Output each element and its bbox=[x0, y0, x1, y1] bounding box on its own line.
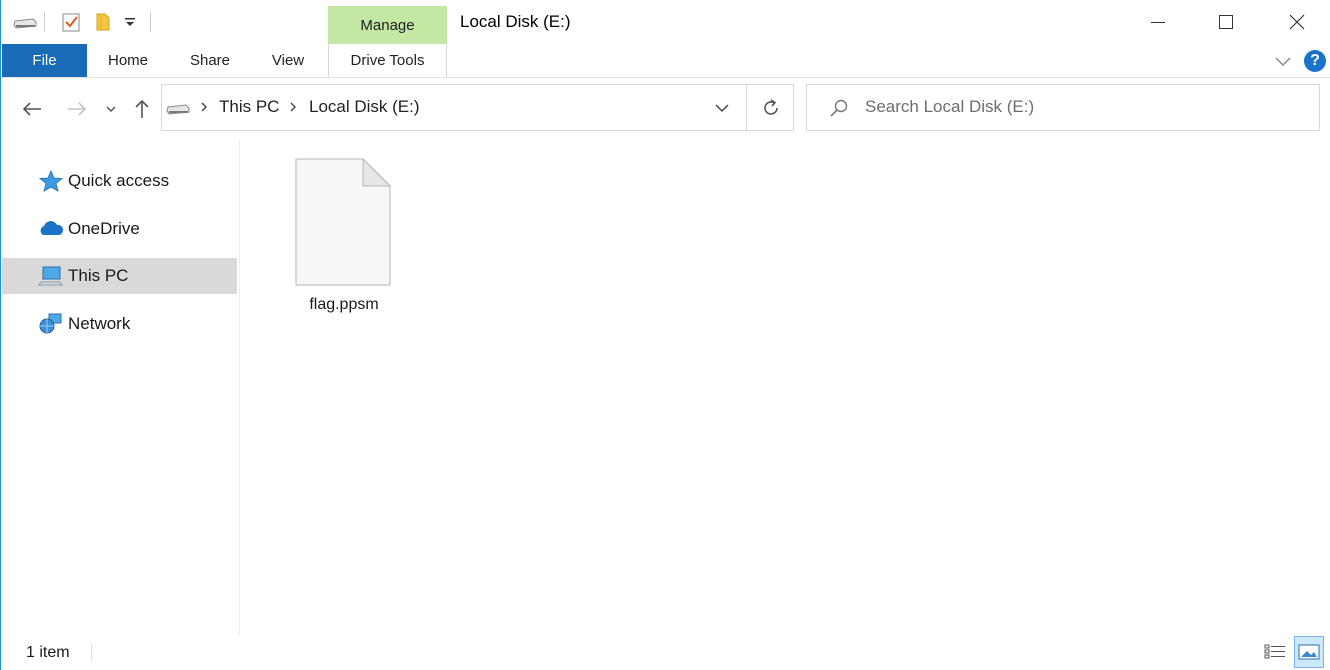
refresh-icon bbox=[764, 99, 778, 115]
search-box[interactable] bbox=[806, 84, 1320, 131]
breadcrumb-this-pc[interactable]: This PC bbox=[219, 97, 279, 117]
tab-share[interactable]: Share bbox=[180, 44, 240, 77]
details-view-icon bbox=[1264, 644, 1285, 659]
nav-item-label: Quick access bbox=[68, 171, 170, 190]
status-separator bbox=[91, 644, 92, 662]
blank-file-icon bbox=[295, 158, 391, 286]
title-bar: Manage Local Disk (E:) bbox=[1, 0, 1330, 44]
nav-item-quick-access[interactable]: Quick access bbox=[2, 163, 237, 199]
chevron-down-icon bbox=[106, 106, 116, 113]
minimize-icon bbox=[1151, 22, 1165, 23]
chevron-down-icon bbox=[1275, 57, 1291, 67]
tab-file[interactable]: File bbox=[2, 44, 87, 77]
file-item[interactable]: flag.ppsm bbox=[284, 150, 404, 325]
nav-item-label: Network bbox=[68, 314, 131, 333]
drive-icon[interactable] bbox=[13, 11, 37, 33]
file-explorer-window: Manage Local Disk (E:) File Home Share V… bbox=[0, 0, 1330, 670]
nav-item-onedrive[interactable]: OneDrive bbox=[2, 211, 237, 247]
close-button[interactable] bbox=[1274, 6, 1320, 38]
navigation-pane: Quick access OneDrive This PC Network bbox=[2, 140, 240, 635]
manage-context-tab: Manage bbox=[328, 6, 447, 44]
item-count: 1 item bbox=[26, 644, 70, 661]
network-icon bbox=[39, 313, 62, 334]
tab-view[interactable]: View bbox=[261, 44, 315, 77]
nav-item-this-pc[interactable]: This PC bbox=[2, 258, 237, 294]
forward-button[interactable] bbox=[64, 96, 90, 122]
nav-item-label: OneDrive bbox=[68, 219, 140, 238]
large-icons-view-button[interactable] bbox=[1294, 636, 1324, 668]
back-button[interactable] bbox=[19, 96, 45, 122]
search-icon bbox=[830, 99, 848, 117]
ribbon-tabs: File Home Share View Drive Tools ? bbox=[1, 44, 1330, 78]
cloud-icon bbox=[40, 221, 64, 235]
quick-access-separator bbox=[150, 12, 151, 32]
chevron-down-icon bbox=[715, 104, 729, 113]
chevron-right-icon bbox=[201, 102, 207, 112]
up-button[interactable] bbox=[131, 96, 153, 122]
arrow-right-icon bbox=[68, 102, 87, 116]
nav-item-network[interactable]: Network bbox=[2, 306, 237, 342]
refresh-button[interactable] bbox=[760, 97, 782, 124]
star-icon bbox=[38, 170, 64, 192]
breadcrumb-local-disk[interactable]: Local Disk (E:) bbox=[309, 97, 420, 117]
maximize-icon bbox=[1219, 15, 1233, 29]
minimize-button[interactable] bbox=[1135, 6, 1181, 38]
help-button[interactable]: ? bbox=[1304, 50, 1326, 72]
address-history-button[interactable] bbox=[714, 101, 730, 119]
nav-item-label: This PC bbox=[68, 266, 129, 285]
quick-access-separator bbox=[44, 12, 45, 32]
computer-icon bbox=[38, 266, 63, 286]
large-icons-view-icon bbox=[1298, 644, 1320, 660]
new-folder-icon[interactable] bbox=[92, 11, 114, 33]
address-bar[interactable]: This PC Local Disk (E:) bbox=[161, 84, 794, 131]
status-bar: 1 item bbox=[1, 636, 1330, 670]
chevron-right-icon bbox=[290, 102, 296, 112]
properties-icon[interactable] bbox=[60, 11, 82, 33]
arrow-left-icon bbox=[22, 102, 41, 116]
details-view-button[interactable] bbox=[1260, 636, 1290, 668]
address-separator bbox=[746, 85, 747, 130]
drive-icon bbox=[166, 101, 190, 120]
file-name: flag.ppsm bbox=[309, 296, 379, 313]
window-title: Local Disk (E:) bbox=[460, 12, 571, 31]
arrow-up-icon bbox=[135, 99, 149, 118]
tab-drive-tools[interactable]: Drive Tools bbox=[328, 44, 447, 77]
close-icon bbox=[1289, 14, 1305, 30]
maximize-button[interactable] bbox=[1203, 6, 1249, 38]
customize-toolbar-icon[interactable] bbox=[122, 11, 138, 33]
search-input[interactable] bbox=[865, 97, 1295, 117]
expand-ribbon-button[interactable] bbox=[1273, 52, 1293, 70]
tab-home[interactable]: Home bbox=[97, 44, 159, 77]
recent-locations-button[interactable] bbox=[103, 96, 119, 122]
